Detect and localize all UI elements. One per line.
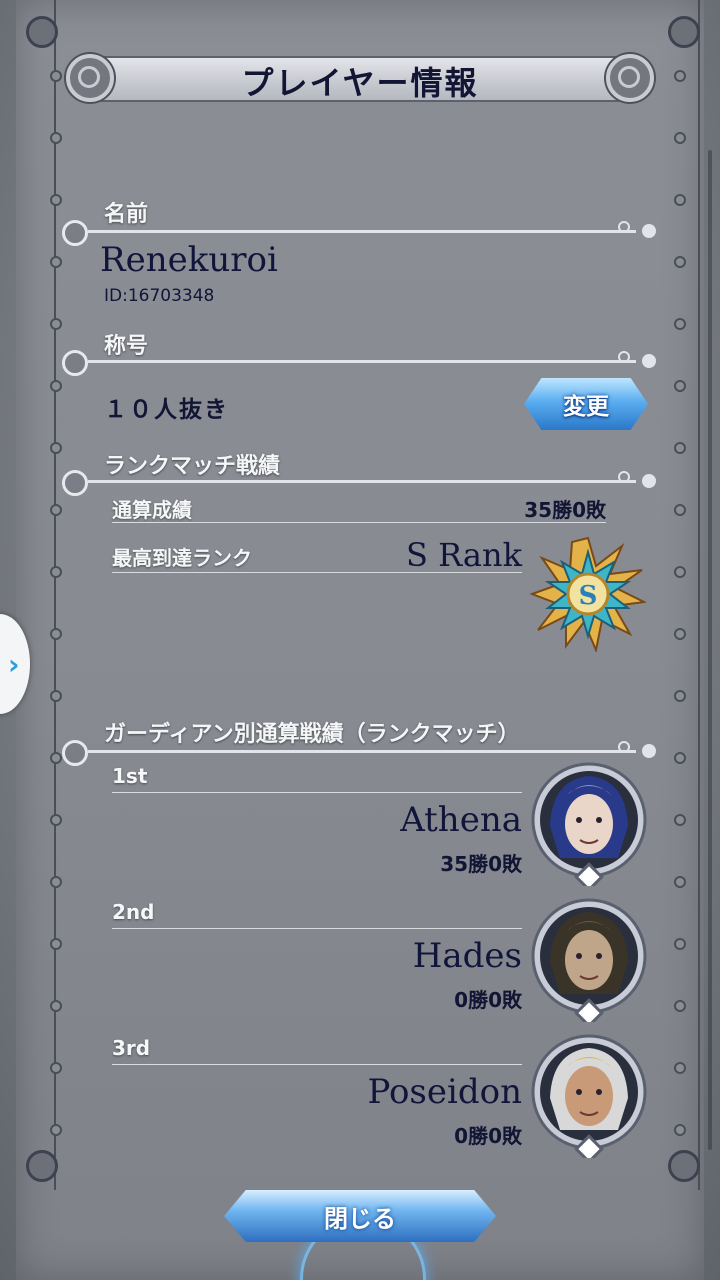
rail-dot [50,70,62,82]
rail-dot [674,814,686,826]
rail-dot [674,1124,686,1136]
rail-dot [674,938,686,950]
rail-dot [50,690,62,702]
rail-dot [674,690,686,702]
corner-ornament-left [26,1150,58,1182]
highest-rank-value: S Rank [406,536,522,574]
rail-dot [674,194,686,206]
rail-dot [50,442,62,454]
rail-dot [50,814,62,826]
rail-dot [50,132,62,144]
player-id: ID:16703348 [104,286,215,306]
guardian-record: 0勝0敗 [454,1124,522,1148]
player-name: Renekuroi [100,240,278,280]
rail-dot [50,752,62,764]
highest-rank-label: 最高到達ランク [112,546,252,570]
rail-dot [674,318,686,330]
rail-dot [674,70,686,82]
rail-dot [50,318,62,330]
guardian-place: 2nd [112,900,155,924]
total-record-underline [112,522,606,523]
total-record-value: 35勝0敗 [524,498,606,522]
chevron-right-icon: › [8,648,20,681]
guardian-portrait-icon [531,898,647,1022]
guardian-place-underline [112,792,522,793]
rail-dot [50,876,62,888]
guardian-place-underline [112,928,522,929]
corner-ornament-right [668,1150,700,1182]
right-rail [698,0,700,1190]
corner-ornament-top-left [26,16,58,48]
guardian-name: Poseidon [367,1072,522,1112]
rail-dot [674,380,686,392]
guardian-place: 3rd [112,1036,151,1060]
rail-dot [50,1062,62,1074]
rail-dot [50,256,62,268]
rail-dot [50,194,62,206]
highest-rank-underline [112,572,522,573]
total-record-label: 通算成績 [112,498,192,522]
rail-dot [674,1000,686,1012]
s-rank-badge-icon: S [530,536,646,652]
rail-dot [50,1124,62,1136]
rail-dot [674,876,686,888]
guardian-name: Athena [400,800,522,840]
guardian-portrait-icon [531,762,647,886]
rail-dot [674,752,686,764]
rail-dot [674,256,686,268]
scrollbar[interactable] [708,150,712,1150]
badge-letter: S [579,581,598,611]
guardian-place: 1st [112,764,148,788]
rail-dot [674,132,686,144]
change-honor-button[interactable]: 変更 [524,378,648,430]
rank-match-divider [62,470,656,496]
rail-dot [674,1062,686,1074]
close-button[interactable]: 閉じる [224,1190,496,1242]
page-title: プレイヤー情報 [241,64,479,102]
rail-dot [50,380,62,392]
rail-dot [674,628,686,640]
guardian-portrait-icon [531,1034,647,1158]
rail-dot [674,504,686,516]
honor-value: １０人抜き [104,397,229,423]
guardian-record: 0勝0敗 [454,988,522,1012]
title-bar: プレイヤー情報 [66,54,654,102]
rail-dot [50,566,62,578]
rail-dot [50,504,62,516]
corner-ornament-top-right [668,16,700,48]
guardian-name: Hades [412,936,522,976]
player-info-screen: プレイヤー情報 名前 Renekuroi ID:16703348 称号 １０人抜… [0,0,720,1280]
rail-dot [674,566,686,578]
guardian-record: 35勝0敗 [440,852,522,876]
guardian-divider [62,740,656,766]
guardian-place-underline [112,1064,522,1065]
honor-divider [62,350,656,376]
rail-dot [50,1000,62,1012]
rail-dot [50,938,62,950]
rail-dot [50,628,62,640]
rail-dot [674,442,686,454]
